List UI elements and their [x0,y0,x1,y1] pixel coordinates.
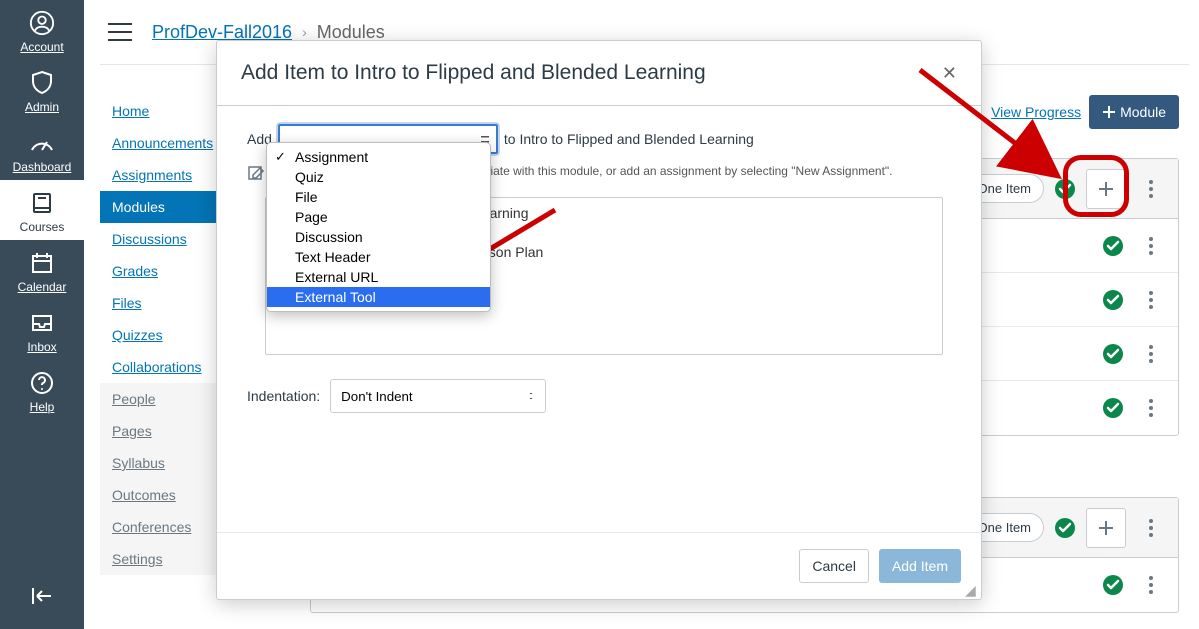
nav-account[interactable]: Account [0,0,84,60]
resize-grip-icon[interactable]: ◢ [965,583,979,597]
published-icon [1054,178,1076,200]
nav-courses[interactable]: Courses [0,180,84,240]
chevron-right-icon: › [302,24,307,40]
plus-icon [1098,181,1114,197]
kebab-icon [1149,291,1153,309]
published-icon [1102,289,1124,311]
nav-calendar[interactable]: Calendar [0,240,84,300]
modal-footer: Cancel Add Item [217,532,981,599]
nav-calendar-label: Calendar [18,280,67,294]
nav-inbox-label: Inbox [27,340,56,354]
item-type-dropdown: Assignment Quiz File Page Discussion Tex… [266,142,491,312]
dropdown-option-assignment[interactable]: Assignment [267,147,490,167]
kebab-icon [1149,180,1153,198]
to-module-text: to Intro to Flipped and Blended Learning [504,131,754,147]
modal-header: Add Item to Intro to Flipped and Blended… [217,41,981,106]
modules-toolbar: View Progress Module [979,95,1179,129]
gauge-icon [29,130,55,156]
item-options-button[interactable] [1136,334,1166,374]
item-options-button[interactable] [1136,280,1166,320]
dropdown-option-file[interactable]: File [267,187,490,207]
nav-help[interactable]: Help [0,360,84,420]
published-icon [1102,574,1124,596]
plus-icon [1102,105,1116,119]
book-icon [29,190,55,216]
add-item-to-module-button[interactable] [1086,508,1126,548]
user-circle-icon [29,10,55,36]
calendar-icon [29,250,55,276]
kebab-icon [1149,399,1153,417]
module-options-button[interactable] [1136,508,1166,548]
nav-dashboard-label: Dashboard [13,160,72,174]
published-icon [1054,517,1076,539]
global-nav: Account Admin Dashboard Courses Calendar… [0,0,84,629]
kebab-icon [1149,345,1153,363]
module-options-button[interactable] [1136,169,1166,209]
indentation-select[interactable]: Don't Indent [330,379,546,413]
dropdown-option-quiz[interactable]: Quiz [267,167,490,187]
kebab-icon [1149,576,1153,594]
add-module-button[interactable]: Module [1089,95,1179,129]
inbox-icon [29,310,55,336]
add-module-label: Module [1120,104,1166,120]
cancel-button[interactable]: Cancel [799,549,869,583]
kebab-icon [1149,519,1153,537]
add-item-modal: Add Item to Intro to Flipped and Blended… [216,40,982,600]
collapse-nav-icon[interactable] [29,576,55,619]
indentation-label: Indentation: [247,388,320,404]
dropdown-option-text-header[interactable]: Text Header [267,247,490,267]
dropdown-option-page[interactable]: Page [267,207,490,227]
dropdown-option-external-url[interactable]: External URL [267,267,490,287]
modal-title: Add Item to Intro to Flipped and Blended… [241,61,706,85]
nav-help-label: Help [30,400,55,414]
item-options-button[interactable] [1136,565,1166,605]
kebab-icon [1149,237,1153,255]
published-icon [1102,397,1124,419]
close-icon[interactable]: ✕ [942,63,957,84]
nav-dashboard[interactable]: Dashboard [0,120,84,180]
view-progress-link[interactable]: View Progress [979,96,1081,128]
nav-inbox[interactable]: Inbox [0,300,84,360]
dropdown-option-external-tool[interactable]: External Tool [267,287,490,307]
item-options-button[interactable] [1136,226,1166,266]
add-item-to-module-button[interactable] [1086,169,1126,209]
note-icon [247,164,265,185]
nav-courses-label: Courses [20,220,65,234]
published-icon [1102,343,1124,365]
help-icon [29,370,55,396]
shield-icon [29,70,55,96]
published-icon [1102,235,1124,257]
nav-admin[interactable]: Admin [0,60,84,120]
plus-icon [1098,520,1114,536]
dropdown-option-discussion[interactable]: Discussion [267,227,490,247]
nav-admin-label: Admin [25,100,59,114]
nav-account-label: Account [20,40,63,54]
add-item-button[interactable]: Add Item [879,549,961,583]
item-options-button[interactable] [1136,388,1166,428]
hamburger-icon[interactable] [108,23,132,41]
